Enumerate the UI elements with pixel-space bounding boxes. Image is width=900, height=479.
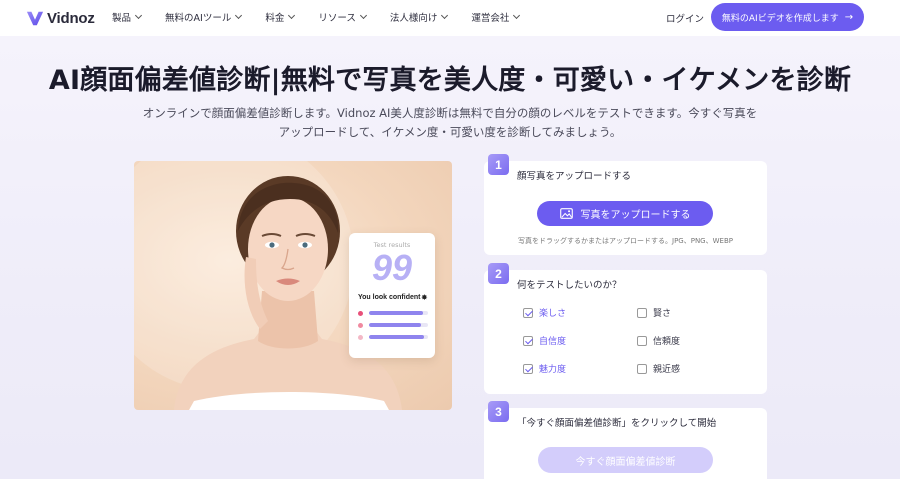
menu-pricing[interactable]: 料金 xyxy=(265,10,296,24)
subtitle-line-2: アップロードして、イケメン度・可愛い度を診断してみましょう。 xyxy=(278,125,622,139)
option-trust[interactable]: 信頼度 xyxy=(637,334,680,347)
option-friendliness[interactable]: 親近感 xyxy=(637,362,680,375)
chevron-down-icon xyxy=(235,11,243,20)
option-label: 賢さ xyxy=(653,309,672,319)
checkbox[interactable] xyxy=(637,335,647,346)
result-bar xyxy=(369,323,428,327)
page-subtitle: オンラインで顔面偏差値診断します。Vidnoz AI美人度診断は無料で自分の顔の… xyxy=(110,104,790,142)
result-bar-row xyxy=(358,333,428,341)
menu-label: 料金 xyxy=(265,13,285,24)
sample-photo: Test results 99 You look confident ✸ xyxy=(134,161,452,410)
result-score: 99 xyxy=(371,247,413,288)
checkbox[interactable] xyxy=(637,363,647,374)
start-diagnosis-button[interactable]: 今すぐ顔面偏差値診断 xyxy=(538,447,713,473)
menu-resources[interactable]: リソース xyxy=(318,10,367,24)
menu-label: 製品 xyxy=(112,13,132,24)
option-charm[interactable]: 魅力度 xyxy=(523,362,566,375)
result-bar-fill xyxy=(369,323,421,327)
step-2-title: 何をテストしたいのか？ xyxy=(517,280,622,291)
step-2-badge: 2 xyxy=(488,263,509,284)
option-confidence[interactable]: 自信度 xyxy=(523,334,566,347)
top-nav: Vidnoz 製品 無料のAIツール 料金 リソース 法人様向け 運営会社 ログ… xyxy=(0,0,900,36)
result-bar-row xyxy=(358,309,428,317)
logo[interactable]: Vidnoz xyxy=(26,8,95,28)
step-1-title: 顔写真をアップロードする xyxy=(517,171,632,182)
page-title: AI顔面偏差値診断|無料で写真を美人度・可愛い・イケメンを診断 xyxy=(48,65,852,96)
upload-hint: 写真をドラッグするかまたはアップロードする。JPG、PNG、WEBP xyxy=(518,237,733,245)
chevron-down-icon xyxy=(441,11,449,20)
logo-text: Vidnoz xyxy=(47,9,95,27)
menu-label: 法人様向け xyxy=(389,13,438,24)
heart-icon xyxy=(358,310,363,316)
result-bar-row xyxy=(358,321,428,329)
menu-company[interactable]: 運営会社 xyxy=(471,10,521,24)
subtitle-line-1: オンラインで顔面偏差値診断します。Vidnoz AI美人度診断は無料で自分の顔の… xyxy=(142,106,758,120)
result-bar-fill xyxy=(369,311,424,315)
result-bar xyxy=(369,335,428,339)
arrow-right-icon: → xyxy=(844,11,854,23)
option-smart[interactable]: 賢さ xyxy=(637,306,671,319)
crown-icon xyxy=(358,322,363,328)
upload-photo-button[interactable]: 写真をアップロードする xyxy=(537,201,713,226)
result-text: You look confident xyxy=(358,294,421,301)
step-1-badge: 1 xyxy=(488,154,509,175)
checkbox[interactable] xyxy=(523,363,533,374)
chevron-down-icon xyxy=(288,11,296,20)
option-label: 自信度 xyxy=(539,337,567,347)
option-label: 魅力度 xyxy=(539,365,567,375)
upload-photo-label: 写真をアップロードする xyxy=(580,210,691,221)
create-video-label: 無料のAIビデオを作成します xyxy=(721,13,839,24)
menu-business[interactable]: 法人様向け xyxy=(389,10,449,24)
login-link[interactable]: ログイン xyxy=(666,11,704,25)
checkbox[interactable] xyxy=(637,307,647,318)
test-result-card: Test results 99 You look confident ✸ xyxy=(349,233,435,358)
checkbox[interactable] xyxy=(523,307,533,318)
result-bar xyxy=(369,311,428,315)
checkbox[interactable] xyxy=(523,335,533,346)
chevron-down-icon xyxy=(359,11,367,20)
menu-free-ai-tools[interactable]: 無料のAIツール xyxy=(165,10,243,24)
main-menu: 製品 無料のAIツール 料金 リソース 法人様向け 運営会社 xyxy=(112,10,543,24)
option-label: 信頼度 xyxy=(653,337,681,347)
menu-label: リソース xyxy=(318,13,356,24)
sparkle-icon: ✸ xyxy=(421,293,428,302)
sparkle-icon xyxy=(358,334,363,340)
menu-products[interactable]: 製品 xyxy=(112,10,143,24)
vidnoz-logo-icon xyxy=(26,11,44,26)
menu-label: 無料のAIツール xyxy=(165,13,232,24)
chevron-down-icon xyxy=(513,11,521,20)
step-3-title: 「今すぐ顔面偏差値診断」をクリックして開始 xyxy=(517,418,717,429)
option-fun[interactable]: 楽しさ xyxy=(523,306,566,319)
image-icon xyxy=(559,208,573,219)
menu-label: 運営会社 xyxy=(471,13,510,24)
result-bar-fill xyxy=(369,335,425,339)
chevron-down-icon xyxy=(134,11,143,20)
option-label: 親近感 xyxy=(653,365,681,375)
step-3-badge: 3 xyxy=(488,401,509,422)
create-video-button[interactable]: 無料のAIビデオを作成します → xyxy=(711,3,864,31)
option-label: 楽しさ xyxy=(539,309,567,319)
